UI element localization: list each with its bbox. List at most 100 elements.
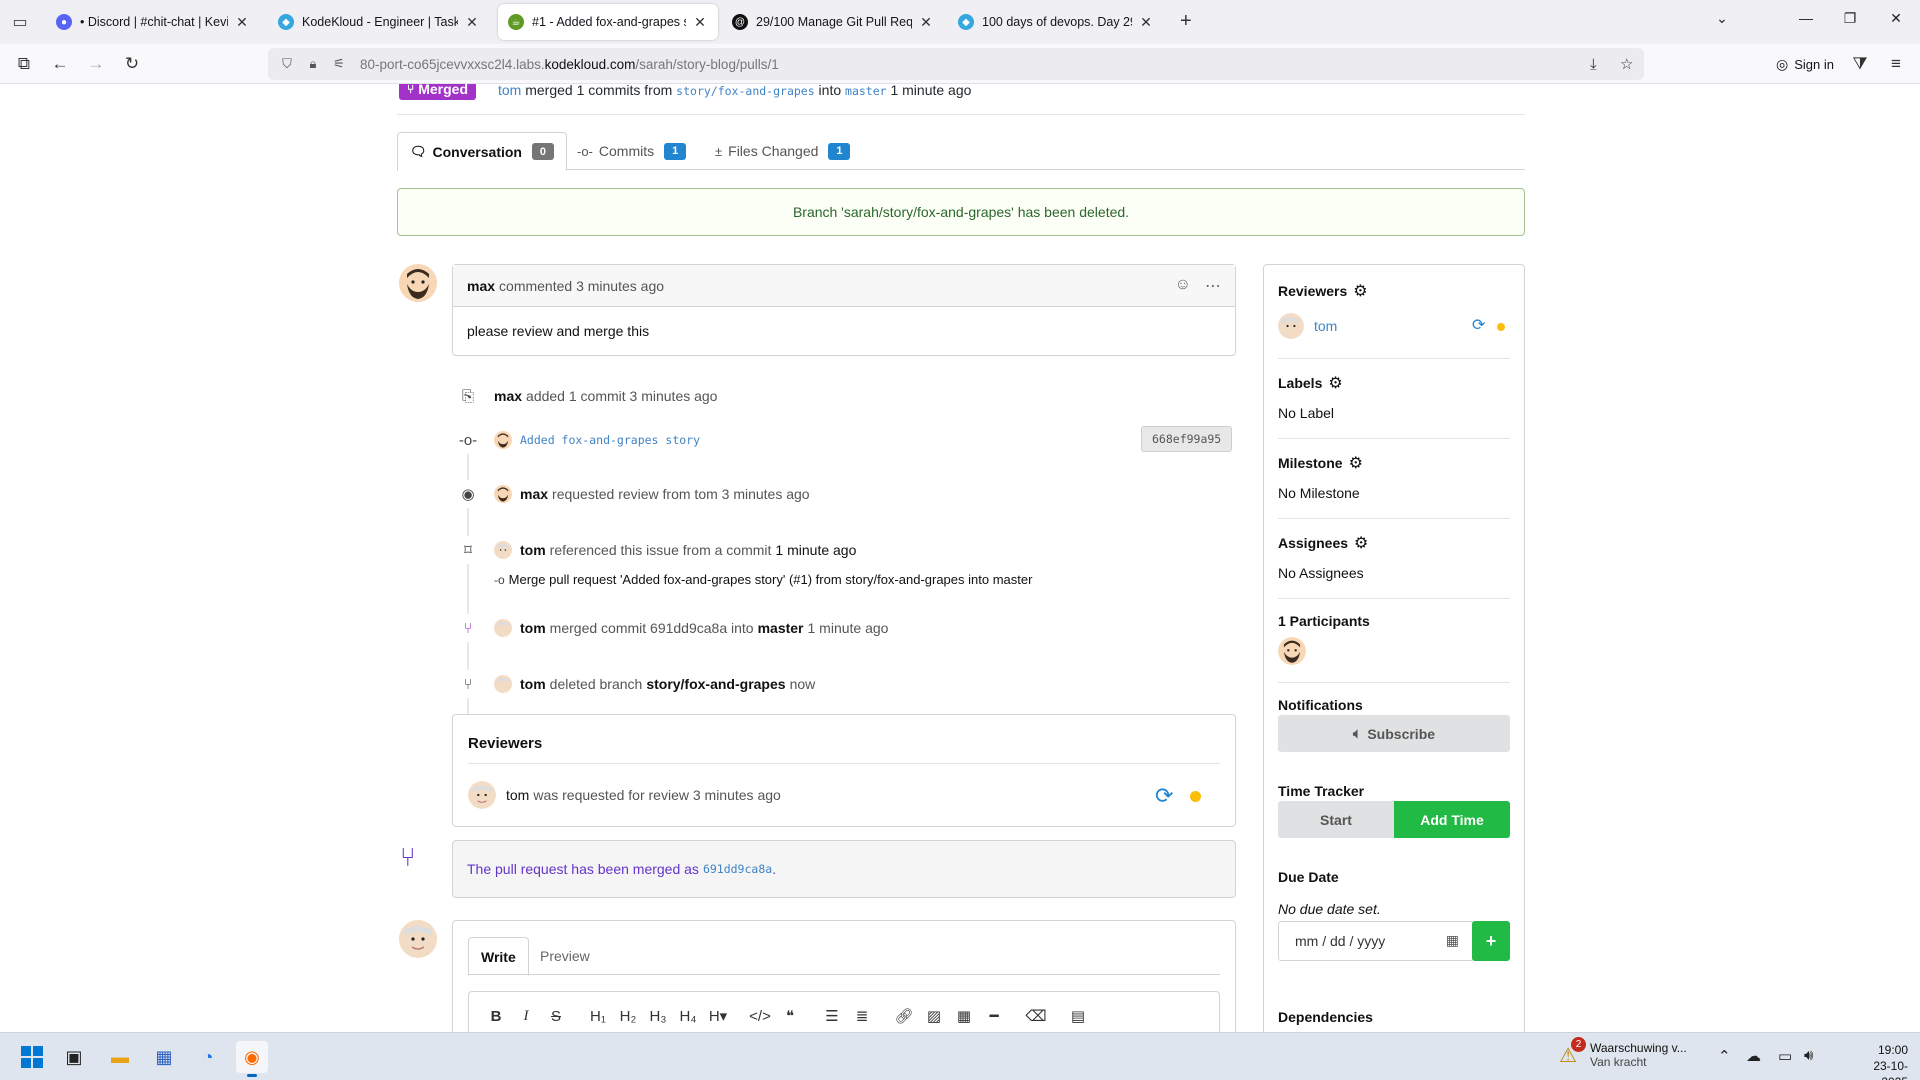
close-icon[interactable]: ✕ bbox=[234, 14, 250, 31]
more-options-icon[interactable]: ⋯ bbox=[1205, 276, 1221, 296]
code-icon[interactable]: </> bbox=[745, 1008, 775, 1025]
re-request-review-icon[interactable]: ⟳ bbox=[1155, 783, 1173, 809]
gear-icon[interactable]: ⚙ bbox=[1349, 453, 1363, 473]
strikethrough-icon[interactable]: S bbox=[541, 1008, 571, 1025]
sign-in-button[interactable]: ◎ Sign in bbox=[1766, 51, 1844, 77]
extensions-icon[interactable]: ⧩ bbox=[1848, 52, 1872, 76]
tab-preview[interactable]: Preview bbox=[528, 937, 602, 975]
head-branch-link[interactable]: story/fox-and-grapes bbox=[676, 84, 814, 98]
close-icon[interactable]: ✕ bbox=[918, 14, 934, 31]
add-due-date-button[interactable]: + bbox=[1472, 921, 1510, 961]
address-bar[interactable]: ⛉ 🔒︎ ⚟ 80-port-co65jcevvxxsc2l4.labs.kod… bbox=[268, 48, 1644, 80]
heading-3-icon[interactable]: H₃ bbox=[643, 1008, 673, 1025]
gear-icon[interactable]: ⚙ bbox=[1328, 373, 1342, 393]
avatar-max-small[interactable] bbox=[494, 485, 512, 503]
sidebar-toggle-icon[interactable]: ⧉ bbox=[12, 52, 36, 76]
base-branch-link[interactable]: master bbox=[845, 84, 887, 98]
table-icon[interactable]: ▦ bbox=[949, 1007, 979, 1025]
cloud-offline-icon[interactable]: ☁ bbox=[1746, 1047, 1761, 1065]
re-request-review-icon[interactable]: ⟳ bbox=[1472, 315, 1485, 335]
task-view-icon[interactable]: ▣ bbox=[58, 1041, 90, 1073]
event-user[interactable]: tom bbox=[520, 620, 546, 636]
permissions-icon[interactable]: ⚟ bbox=[328, 56, 350, 72]
event-user[interactable]: max bbox=[494, 388, 522, 404]
volume-icon[interactable]: 🔊︎ bbox=[1804, 1047, 1813, 1064]
italic-icon[interactable]: I bbox=[511, 1008, 541, 1025]
referenced-commit[interactable]: -o Merge pull request 'Added fox-and-gra… bbox=[494, 572, 1032, 587]
merge-commit-link[interactable]: 691dd9ca8a bbox=[703, 862, 772, 876]
commit-message-link[interactable]: Added fox-and-grapes story bbox=[520, 433, 700, 447]
heading-4-icon[interactable]: H₄ bbox=[673, 1008, 703, 1025]
window-close-icon[interactable]: ✕ bbox=[1884, 10, 1908, 27]
avatar-tom-small[interactable] bbox=[494, 675, 512, 693]
avatar-tom[interactable] bbox=[468, 781, 496, 809]
bullet-list-icon[interactable]: ☰ bbox=[817, 1007, 847, 1025]
image-icon[interactable]: ▨ bbox=[919, 1007, 949, 1025]
horizontal-rule-icon[interactable]: ━ bbox=[979, 1007, 1009, 1025]
event-user[interactable]: tom bbox=[520, 542, 546, 558]
windows-start-icon[interactable] bbox=[16, 1041, 48, 1073]
close-icon[interactable]: ✕ bbox=[464, 14, 480, 31]
browser-tab-kodekloud-task[interactable]: ◆ KodeKloud - Engineer | Task ✕ bbox=[268, 4, 490, 40]
branch-link[interactable]: master bbox=[758, 620, 804, 636]
new-tab-icon[interactable]: + bbox=[1180, 10, 1192, 33]
minimize-icon[interactable]: — bbox=[1794, 10, 1818, 26]
event-user[interactable]: max bbox=[520, 486, 548, 502]
system-clock[interactable]: 19:00 23-10-2025 bbox=[1856, 1042, 1908, 1080]
forward-icon[interactable]: → bbox=[84, 52, 108, 76]
subscribe-button[interactable]: 🔈︎ Subscribe bbox=[1278, 715, 1510, 752]
due-date-input[interactable]: mm / dd / yyyy ▦ bbox=[1278, 921, 1474, 961]
gear-icon[interactable]: ⚙ bbox=[1353, 281, 1367, 301]
reviewer-name[interactable]: tom bbox=[506, 787, 529, 803]
sidebar-reviewer-name[interactable]: tom bbox=[1314, 318, 1337, 334]
avatar-tom-small[interactable] bbox=[494, 541, 512, 559]
commit-sha-button[interactable]: 668ef99a95 bbox=[1141, 426, 1233, 452]
back-icon[interactable]: ← bbox=[48, 52, 72, 76]
browser-tab-threads[interactable]: @ 29/100 Manage Git Pull Reques ✕ bbox=[722, 4, 944, 40]
file-icon[interactable]: ▤ bbox=[1063, 1007, 1093, 1025]
weather-warning-notification[interactable]: ⚠ 2 Waarschuwing v... Van kracht bbox=[1554, 1037, 1687, 1069]
close-icon[interactable]: ✕ bbox=[692, 14, 708, 31]
bookmark-star-icon[interactable]: ☆ bbox=[1620, 48, 1633, 80]
tab-files-changed[interactable]: ± Files Changed 1 bbox=[703, 132, 862, 170]
start-timer-button[interactable]: Start bbox=[1278, 801, 1394, 838]
heading-1-icon[interactable]: H₁ bbox=[583, 1008, 613, 1025]
firefox-icon[interactable]: ◉ bbox=[236, 1041, 268, 1077]
avatar-tom-small[interactable] bbox=[494, 619, 512, 637]
participant-avatar-max[interactable] bbox=[1278, 637, 1306, 665]
tab-list-icon[interactable]: ▭ bbox=[8, 10, 32, 34]
avatar-max-small[interactable] bbox=[494, 431, 512, 449]
lock-icon[interactable]: 🔒︎ bbox=[302, 56, 324, 72]
tab-overflow-chevron-icon[interactable]: ⌄ bbox=[1710, 10, 1734, 27]
file-explorer-icon[interactable]: ▬ bbox=[104, 1041, 136, 1073]
bold-icon[interactable]: B bbox=[481, 1008, 511, 1025]
tab-write[interactable]: Write bbox=[468, 937, 529, 976]
browser-tab-discord[interactable]: ● • Discord | #chit-chat | Kevin Po ✕ bbox=[46, 4, 260, 40]
comment-author[interactable]: max bbox=[467, 278, 495, 294]
restore-icon[interactable]: ❐ bbox=[1838, 10, 1862, 27]
shield-icon[interactable]: ⛉ bbox=[276, 56, 298, 72]
event-user[interactable]: tom bbox=[520, 676, 546, 692]
reload-icon[interactable]: ↻ bbox=[120, 52, 144, 76]
browser-tab-devops[interactable]: ◆ 100 days of devops. Day 29: Ma ✕ bbox=[948, 4, 1164, 40]
eraser-icon[interactable]: ⌫ bbox=[1021, 1007, 1051, 1025]
tab-commits[interactable]: -o- Commits 1 bbox=[565, 132, 698, 170]
tray-overflow-chevron-icon[interactable]: ⌃ bbox=[1718, 1047, 1731, 1065]
url-text[interactable]: 80-port-co65jcevvxxsc2l4.labs.kodekloud.… bbox=[360, 57, 779, 72]
link-icon[interactable]: 🔗︎ bbox=[889, 1007, 919, 1025]
avatar-tom[interactable] bbox=[1278, 313, 1304, 339]
gear-icon[interactable]: ⚙ bbox=[1354, 533, 1368, 553]
network-icon[interactable]: ▭ bbox=[1778, 1047, 1792, 1065]
add-time-button[interactable]: Add Time bbox=[1394, 801, 1510, 838]
tab-conversation[interactable]: 🗨︎ Conversation 0 bbox=[397, 132, 567, 171]
store-icon[interactable]: ▦ bbox=[148, 1041, 180, 1073]
calendar-icon[interactable]: ▦ bbox=[1446, 932, 1459, 949]
merger-link[interactable]: tom bbox=[498, 84, 521, 98]
avatar-max[interactable] bbox=[399, 264, 437, 302]
heading-2-icon[interactable]: H₂ bbox=[613, 1008, 643, 1025]
save-page-icon[interactable]: ⤓ bbox=[1590, 48, 1597, 80]
close-icon[interactable]: ✕ bbox=[1138, 14, 1154, 31]
heading-dropdown-icon[interactable]: H▾ bbox=[703, 1007, 733, 1025]
numbered-list-icon[interactable]: ≣ bbox=[847, 1007, 877, 1025]
quote-icon[interactable]: ❝ bbox=[775, 1007, 805, 1025]
